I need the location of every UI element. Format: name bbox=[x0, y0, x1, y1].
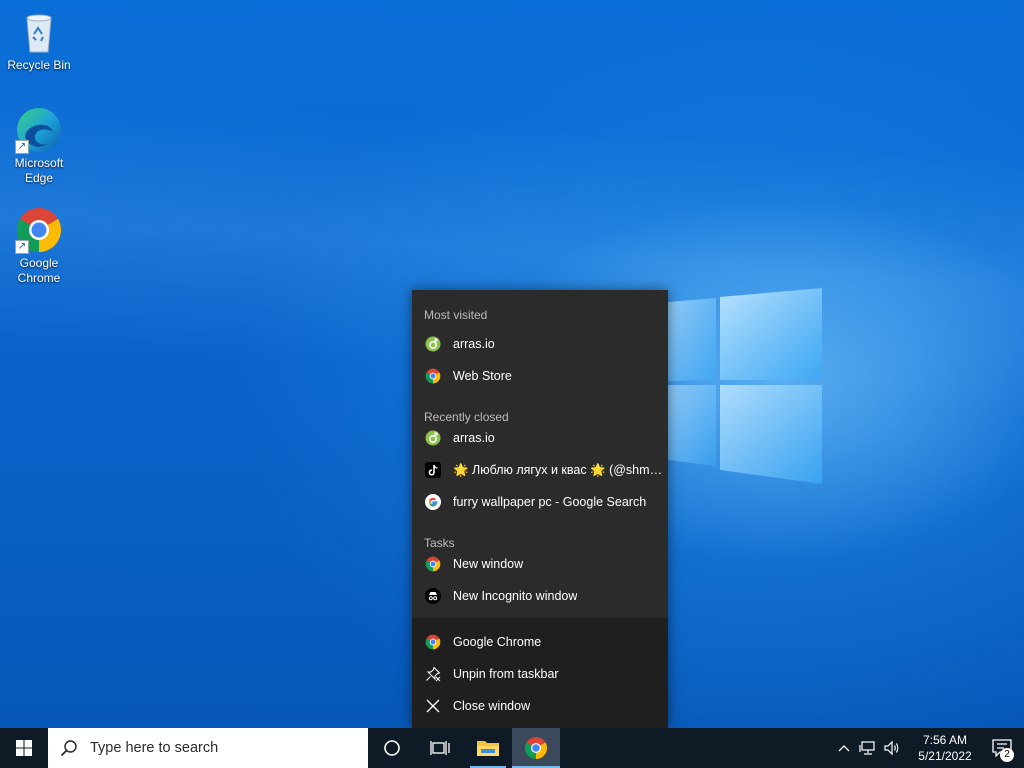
arras-favicon-icon bbox=[424, 336, 441, 353]
arras-favicon-icon bbox=[424, 430, 441, 447]
taskbar-file-explorer[interactable] bbox=[464, 728, 512, 768]
jumplist-item-label: arras.io bbox=[453, 337, 495, 351]
windows-logo-wallpaper bbox=[668, 288, 822, 484]
taskbar-search-box[interactable]: Type here to search bbox=[48, 728, 368, 768]
jumplist-item-label: New Incognito window bbox=[453, 589, 578, 603]
jumplist-item-arras[interactable]: arras.io bbox=[412, 328, 668, 360]
task-view-button[interactable] bbox=[416, 728, 464, 768]
unpin-icon bbox=[424, 666, 441, 683]
chrome-icon: ↗ bbox=[15, 206, 63, 254]
jumplist-item-label: arras.io bbox=[453, 431, 495, 445]
jumplist-item-label: Google Chrome bbox=[453, 635, 542, 649]
network-icon bbox=[859, 741, 875, 755]
jumplist-item-arras-closed[interactable]: arras.io bbox=[412, 422, 668, 454]
jumplist-item-tiktok[interactable]: 🌟 Люблю лягух и квас 🌟 (@shmel_p... bbox=[412, 454, 668, 486]
chrome-jump-list: Most visited arras.io Web Store Recently… bbox=[412, 290, 668, 728]
jumplist-item-label: Web Store bbox=[453, 369, 512, 383]
cortana-button[interactable] bbox=[368, 728, 416, 768]
desktop-icon-edge[interactable]: ↗ Microsoft Edge bbox=[1, 106, 77, 186]
desktop-icon-label: Microsoft Edge bbox=[14, 156, 64, 185]
jumplist-item-label: 🌟 Люблю лягух и квас 🌟 (@shmel_p... bbox=[453, 462, 668, 477]
cortana-icon bbox=[384, 740, 400, 756]
incognito-icon bbox=[424, 588, 441, 605]
most-visited-header: Most visited bbox=[424, 308, 488, 322]
jumplist-unpin-taskbar[interactable]: Unpin from taskbar bbox=[412, 658, 668, 690]
taskbar-google-chrome[interactable] bbox=[512, 728, 560, 768]
edge-icon: ↗ bbox=[15, 106, 63, 154]
network-button[interactable] bbox=[856, 728, 880, 768]
desktop-icon-label: Google Chrome bbox=[17, 256, 61, 285]
jumplist-task-new-incognito[interactable]: New Incognito window bbox=[412, 580, 668, 612]
show-hidden-icons-button[interactable] bbox=[832, 728, 856, 768]
jumplist-close-window[interactable]: Close window bbox=[412, 690, 668, 722]
start-button[interactable] bbox=[0, 728, 48, 768]
desktop-icon-recycle-bin[interactable]: Recycle Bin bbox=[1, 8, 77, 73]
volume-button[interactable] bbox=[880, 728, 904, 768]
tasks-header: Tasks bbox=[424, 536, 455, 550]
desktop-icon-label: Recycle Bin bbox=[7, 58, 71, 72]
windows-start-icon bbox=[16, 740, 32, 756]
chrome-icon bbox=[424, 556, 441, 573]
recycle-bin-icon bbox=[15, 8, 63, 56]
chrome-icon bbox=[525, 737, 547, 759]
recently-closed-header: Recently closed bbox=[424, 410, 509, 424]
clock-time: 7:56 AM bbox=[922, 733, 968, 747]
speaker-icon bbox=[884, 740, 899, 756]
chrome-icon bbox=[424, 368, 441, 385]
clock-date: 5/21/2022 bbox=[918, 749, 972, 763]
tiktok-icon bbox=[424, 462, 441, 479]
jumplist-item-web-store[interactable]: Web Store bbox=[412, 360, 668, 392]
taskbar: Type here to search 7:56 AM 5/21/2022 2 bbox=[0, 728, 1024, 768]
jumplist-item-google-search[interactable]: furry wallpaper pc - Google Search bbox=[412, 486, 668, 518]
file-explorer-icon bbox=[477, 741, 499, 756]
jumplist-item-label: Close window bbox=[453, 699, 531, 713]
chrome-icon bbox=[424, 634, 441, 651]
chevron-up-icon bbox=[838, 745, 850, 752]
jumplist-open-chrome[interactable]: Google Chrome bbox=[412, 626, 668, 658]
notification-count-badge: 2 bbox=[1000, 748, 1014, 762]
jumplist-item-label: New window bbox=[453, 557, 524, 571]
jumplist-item-label: furry wallpaper pc - Google Search bbox=[453, 495, 647, 509]
taskbar-clock[interactable]: 7:56 AM 5/21/2022 bbox=[910, 732, 980, 764]
task-view-icon bbox=[430, 741, 450, 755]
search-placeholder: Type here to search bbox=[90, 740, 219, 756]
search-icon bbox=[60, 740, 77, 757]
action-center-button[interactable]: 2 bbox=[980, 728, 1024, 768]
desktop-icon-chrome[interactable]: ↗ Google Chrome bbox=[1, 206, 77, 286]
close-icon bbox=[424, 698, 441, 715]
jumplist-item-label: Unpin from taskbar bbox=[453, 667, 559, 681]
system-tray: 7:56 AM 5/21/2022 2 bbox=[832, 728, 1024, 768]
jumplist-app-actions: Google Chrome Unpin from taskbar Close w… bbox=[412, 618, 668, 728]
google-icon bbox=[424, 494, 441, 511]
jumplist-task-new-window[interactable]: New window bbox=[412, 548, 668, 580]
